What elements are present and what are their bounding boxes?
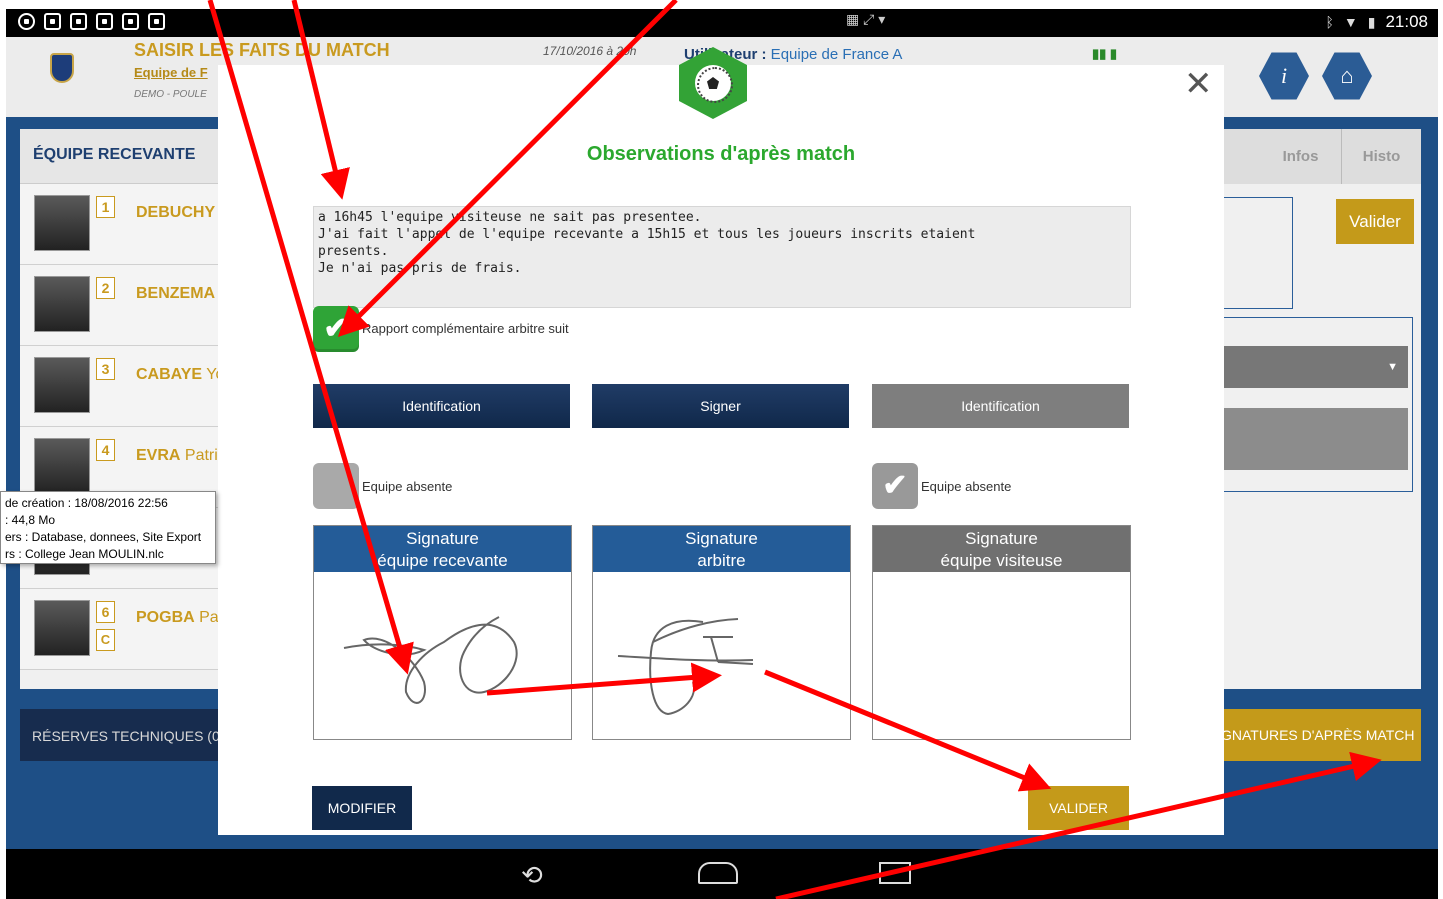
player-name: POGBA Pa bbox=[136, 609, 219, 626]
player-number: 6 bbox=[96, 601, 115, 623]
player-number: 4 bbox=[96, 439, 115, 461]
observations-textarea[interactable]: a 16h45 l'equipe visiteuse ne sait pas p… bbox=[313, 206, 1131, 308]
home-icon[interactable]: ⌂ bbox=[1322, 52, 1372, 100]
valider-button-bg[interactable]: Valider bbox=[1336, 199, 1414, 244]
away-absent-checkbox[interactable]: ✔ bbox=[872, 463, 918, 509]
modal-title: Observations d'après match bbox=[586, 143, 856, 165]
away-absent-label: Equipe absente bbox=[921, 479, 1012, 494]
technical-reserves-button[interactable]: RÉSERVES TECHNIQUES (0) bbox=[20, 709, 250, 761]
home-team-panel: ÉQUIPE RECEVANTE 1 DEBUCHY 2 BENZEMA 3 C… bbox=[20, 129, 250, 689]
player-row[interactable]: 3 CABAYE Yo bbox=[20, 346, 250, 427]
tooltip-line: : 44,8 Mo bbox=[5, 513, 56, 527]
signature-header-line: arbitre bbox=[697, 551, 746, 570]
notification-icons bbox=[18, 13, 165, 30]
player-number: 1 bbox=[96, 196, 115, 218]
match-date: 17/10/2016 à 20h bbox=[543, 44, 637, 58]
signature-header-line: équipe visiteuse bbox=[940, 551, 1063, 570]
signature-header-line: Signature bbox=[685, 529, 758, 548]
observations-modal: ✕ Observations d'après match a 16h45 l'e… bbox=[218, 47, 1224, 835]
tab-histo[interactable]: Histo bbox=[1341, 129, 1421, 184]
player-name: BENZEMA bbox=[136, 285, 216, 302]
bluetooth-icon: ᛒ bbox=[1325, 14, 1334, 30]
player-row[interactable]: 6 C POGBA Pa bbox=[20, 589, 250, 670]
tooltip-line: rs : College Jean MOULIN.nlc bbox=[5, 547, 164, 561]
player-name: DEBUCHY bbox=[136, 204, 216, 221]
battery-icon: ▮ bbox=[1367, 13, 1376, 30]
home-nav-icon[interactable] bbox=[698, 862, 738, 884]
identification-home-button[interactable]: Identification bbox=[313, 384, 570, 428]
football-icon bbox=[695, 65, 733, 103]
identification-away-button[interactable]: Identification bbox=[872, 384, 1129, 428]
team-link[interactable]: Equipe de F bbox=[134, 65, 208, 80]
home-team-header: ÉQUIPE RECEVANTE bbox=[20, 129, 250, 184]
file-info-tooltip: de création : 18/08/2016 22:56 : 44,8 Mo… bbox=[0, 491, 216, 564]
home-signature-header: Signature équipe recevante bbox=[314, 526, 571, 572]
signature-header-line: Signature bbox=[965, 529, 1038, 548]
captain-badge: C bbox=[96, 629, 115, 651]
signer-button[interactable]: Signer bbox=[592, 384, 849, 428]
fff-logo-icon bbox=[50, 53, 74, 83]
tooltip-line: de création : 18/08/2016 22:56 bbox=[5, 496, 168, 510]
player-photo bbox=[34, 276, 90, 332]
home-absent-checkbox[interactable] bbox=[313, 463, 359, 509]
away-signature-box[interactable]: Signature équipe visiteuse bbox=[872, 525, 1131, 740]
close-icon[interactable]: ✕ bbox=[1184, 67, 1213, 101]
bag-icon bbox=[122, 13, 139, 30]
competition-label: DEMO - POULE bbox=[134, 89, 207, 100]
user-value: Equipe de France A bbox=[766, 46, 903, 63]
android-status-bar: ▦ ⤢ ▾ ᛒ ▼ ▮ 21:08 bbox=[6, 9, 1438, 37]
player-row[interactable]: 2 BENZEMA bbox=[20, 265, 250, 346]
player-row[interactable]: 1 DEBUCHY bbox=[20, 184, 250, 265]
bag-icon bbox=[148, 13, 165, 30]
eye-icon bbox=[18, 13, 35, 30]
gmail-icon bbox=[70, 13, 87, 30]
modifier-button[interactable]: MODIFIER bbox=[312, 786, 412, 830]
player-photo bbox=[34, 600, 90, 656]
clock: 21:08 bbox=[1385, 12, 1428, 31]
valider-button[interactable]: VALIDER bbox=[1028, 786, 1129, 830]
page-title: SAISIR LES FAITS DU MATCH bbox=[134, 40, 390, 60]
tab-infos[interactable]: Infos bbox=[1263, 129, 1338, 184]
gray-field bbox=[1223, 408, 1408, 470]
dropdown-select[interactable]: ▼ bbox=[1223, 346, 1408, 388]
right-box bbox=[1223, 197, 1293, 309]
referee-signature-header: Signature arbitre bbox=[593, 526, 850, 572]
home-signature-box[interactable]: Signature équipe recevante bbox=[313, 525, 572, 740]
away-signature-header: Signature équipe visiteuse bbox=[873, 526, 1130, 572]
rapport-label: Rapport complémentaire arbitre suit bbox=[362, 321, 569, 336]
post-match-signatures-button[interactable]: GNATURES D'APRÈS MATCH bbox=[1221, 709, 1421, 761]
referee-signature-box[interactable]: Signature arbitre bbox=[592, 525, 851, 740]
system-tray: ᛒ ▼ ▮ 21:08 bbox=[1325, 12, 1428, 32]
signature-header-line: équipe recevante bbox=[377, 551, 508, 570]
signal-battery-icon: ▮▮ ▮ bbox=[1092, 46, 1118, 61]
rapport-checkbox[interactable]: ✔ bbox=[313, 306, 359, 352]
image-icon bbox=[44, 13, 61, 30]
player-photo bbox=[34, 195, 90, 251]
signature-header-line: Signature bbox=[406, 529, 479, 548]
home-absent-label: Equipe absente bbox=[362, 479, 453, 494]
check-icon: ✔ bbox=[323, 312, 349, 345]
back-icon[interactable]: ⟲ bbox=[521, 862, 543, 888]
check-icon: ✔ bbox=[882, 469, 908, 502]
right-panel: Infos Histo Valider ▼ bbox=[1223, 129, 1421, 689]
wifi-icon: ▼ bbox=[1343, 14, 1358, 30]
player-number: 3 bbox=[96, 358, 115, 380]
player-photo bbox=[34, 357, 90, 413]
bag-icon bbox=[96, 13, 113, 30]
referee-signature-drawing bbox=[617, 618, 754, 716]
info-icon[interactable]: i bbox=[1259, 52, 1309, 100]
player-photo bbox=[34, 438, 90, 494]
tooltip-line: ers : Database, donnees, Site Export bbox=[5, 530, 202, 544]
right-tabs: Infos Histo bbox=[1223, 129, 1421, 184]
home-signature-drawing bbox=[343, 616, 518, 704]
android-nav-bar: ⟲ bbox=[6, 849, 1438, 899]
player-number: 2 bbox=[96, 277, 115, 299]
recent-apps-icon[interactable] bbox=[879, 862, 911, 884]
expand-icon[interactable]: ▦ ⤢ ▾ bbox=[846, 11, 906, 35]
player-name: EVRA Patri bbox=[136, 447, 218, 464]
player-name: CABAYE Yo bbox=[136, 366, 225, 383]
